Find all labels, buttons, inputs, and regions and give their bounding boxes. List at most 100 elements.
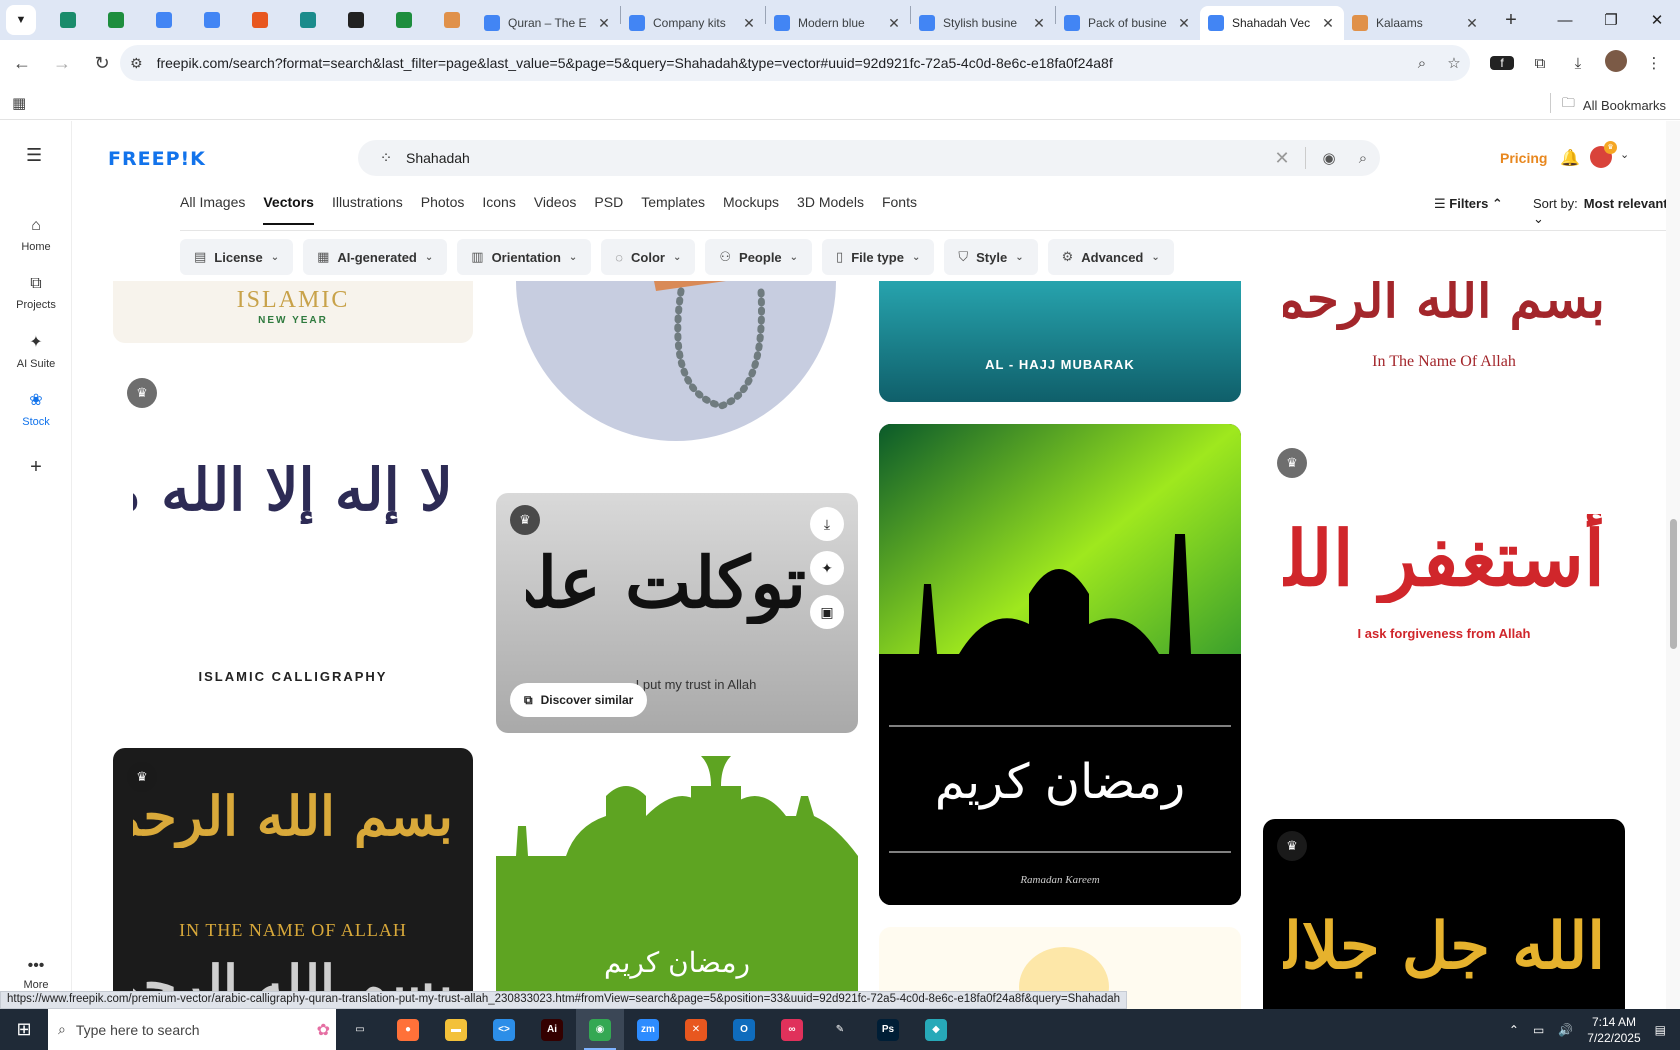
new-tab-button[interactable]: + (1496, 9, 1526, 32)
close-tab-icon[interactable]: ✕ (741, 15, 757, 32)
browser-tab-0[interactable]: Quran – The E ✕ (476, 6, 620, 40)
browser-tab-2[interactable]: Modern blue ✕ (766, 6, 910, 40)
pinned-tab-4[interactable] (236, 0, 284, 40)
more-menu-icon[interactable]: ⋮ (1642, 54, 1666, 72)
taskbar-creative-cloud[interactable]: ∞ (768, 1009, 816, 1050)
browser-tab-1[interactable]: Company kits ✕ (621, 6, 765, 40)
restore-button[interactable]: ❐ (1588, 0, 1634, 40)
taskbar-app-orange[interactable]: ✕ (672, 1009, 720, 1050)
taskbar-pen-tool[interactable]: ✎ (816, 1009, 864, 1050)
bookmark-star-icon[interactable]: ☆ (1438, 54, 1470, 72)
extensions-puzzle-icon[interactable]: ⧉ (1528, 55, 1552, 72)
tab-videos[interactable]: Videos (534, 191, 577, 225)
result-card-hajj-mubarak[interactable]: AL - HAJJ MUBARAK (879, 281, 1241, 402)
pinned-tab-5[interactable] (284, 0, 332, 40)
discover-similar-button[interactable]: ⧉ Discover similar (510, 683, 648, 717)
result-card-prayer-beads[interactable] (496, 281, 858, 471)
filter-file-type[interactable]: ▯ File type ⌄ (822, 239, 935, 275)
tab-all-images[interactable]: All Images (180, 191, 245, 225)
pinned-tab-6[interactable] (332, 0, 380, 40)
pinned-tab-3[interactable] (188, 0, 236, 40)
filter-color[interactable]: ◌ Color ⌄ (601, 239, 696, 275)
tab-search-button[interactable]: ▼ (6, 5, 36, 35)
browser-tab-3[interactable]: Stylish busine ✕ (911, 6, 1055, 40)
filter-license[interactable]: ▤ License ⌄ (180, 239, 294, 275)
browser-tab-6[interactable]: Kalaams ✕ (1344, 6, 1488, 40)
font-extension-icon[interactable]: f (1490, 56, 1514, 70)
freepik-logo[interactable]: FREEP!K (108, 148, 206, 170)
filter-advanced[interactable]: ⚙ Advanced ⌄ (1047, 239, 1174, 275)
taskbar-zoom[interactable]: zm (624, 1009, 672, 1050)
tab-fonts[interactable]: Fonts (882, 191, 917, 225)
filters-button[interactable]: ☰ Filters ⌃ (1434, 196, 1503, 212)
taskbar-file-explorer[interactable]: ▬ (432, 1009, 480, 1050)
tab-mockups[interactable]: Mockups (723, 191, 779, 225)
minimize-button[interactable]: — (1542, 0, 1588, 40)
result-card-basmala-red[interactable]: بسم الله الرحمن الرحيم In The Name Of Al… (1263, 281, 1625, 411)
close-tab-icon[interactable]: ✕ (1176, 15, 1192, 32)
tab-3d-models[interactable]: 3D Models (797, 191, 864, 225)
tab-psd[interactable]: PSD (594, 191, 623, 225)
browser-tab-4[interactable]: Pack of busine ✕ (1056, 6, 1200, 40)
taskbar-illustrator[interactable]: Ai (528, 1009, 576, 1050)
forward-button[interactable]: → (44, 45, 80, 81)
reload-button[interactable]: ↻ (84, 45, 120, 81)
page-scrollbar[interactable] (1666, 121, 1680, 1009)
bell-icon[interactable]: 🔔 (1560, 148, 1580, 168)
filter-orientation[interactable]: ▥ Orientation ⌄ (457, 239, 592, 275)
filter-ai-generated[interactable]: ▦ AI-generated ⌄ (303, 239, 448, 275)
all-bookmarks-button[interactable]: 🗀 All Bookmarks (1562, 94, 1666, 116)
tab-illustrations[interactable]: Illustrations (332, 191, 403, 225)
camera-search-icon[interactable]: ◉ (1312, 149, 1346, 167)
close-tab-icon[interactable]: ✕ (886, 15, 902, 32)
ai-edit-icon[interactable]: ✦ (810, 551, 844, 585)
pinned-tab-0[interactable] (44, 0, 92, 40)
filter-style[interactable]: ⛉ Style ⌄ (944, 239, 1038, 275)
taskbar-firefox[interactable]: ● (384, 1009, 432, 1050)
user-avatar[interactable]: ♛ (1590, 141, 1617, 168)
taskbar-app-teal[interactable]: ◆ (912, 1009, 960, 1050)
filter-people[interactable]: ⚇ People ⌄ (705, 239, 813, 275)
apps-grid-icon[interactable]: ▦ (12, 94, 26, 112)
hamburger-menu-icon[interactable]: ☰ (26, 145, 42, 166)
tab-photos[interactable]: Photos (421, 191, 465, 225)
search-input[interactable]: Shahadah (406, 150, 1265, 166)
download-icon[interactable]: ⤓ (810, 507, 844, 541)
pinned-tab-7[interactable] (380, 0, 428, 40)
taskbar-task-view[interactable]: ▭ (336, 1009, 384, 1050)
start-button[interactable]: ⊞ (0, 1009, 48, 1050)
search-icon[interactable]: ⌕ (1346, 150, 1380, 167)
rail-item-home[interactable]: ⌂ Home (0, 217, 72, 253)
tab-vectors[interactable]: Vectors (263, 191, 314, 225)
result-card-islamic-new-year[interactable]: ISLAMIC NEW YEAR (113, 281, 473, 343)
close-tab-icon[interactable]: ✕ (596, 15, 612, 32)
download-icon[interactable]: ⤓ (1566, 55, 1590, 72)
result-card-gold-jalla[interactable]: ♛ الله جل جلاله (1263, 819, 1625, 1009)
chevron-up-icon[interactable]: ⌃ (1509, 1023, 1519, 1037)
scrollbar-thumb[interactable] (1670, 519, 1677, 649)
taskbar-vscode[interactable]: <> (480, 1009, 528, 1050)
back-button[interactable]: ← (4, 45, 40, 81)
zoom-icon[interactable]: ⌕ (1406, 55, 1438, 72)
browser-tab-5[interactable]: Shahadah Vec ✕ (1200, 6, 1344, 40)
result-card-gold-basmala[interactable]: ♛ بسم الله الرحمن الرحيم IN THE NAME OF … (113, 748, 473, 1009)
close-tab-icon[interactable]: ✕ (1031, 15, 1047, 32)
search-type-icon[interactable]: ⁘ (366, 149, 406, 167)
tab-templates[interactable]: Templates (641, 191, 705, 225)
site-info-icon[interactable]: ⚙ (130, 55, 143, 72)
add-to-collection-icon[interactable]: ▣ (810, 595, 844, 629)
result-card-trust-in-allah[interactable]: ♛ ⤓ ✦ ▣ توكلت على الله I put my trust in… (496, 493, 858, 733)
clear-search-icon[interactable]: ✕ (1265, 148, 1299, 169)
taskbar-chrome[interactable]: ◉ (576, 1009, 624, 1050)
close-tab-icon[interactable]: ✕ (1464, 15, 1480, 32)
network-icon[interactable]: ▭ (1533, 1023, 1544, 1037)
result-card-istighfar[interactable]: ♛ أستغفر الله I ask forgiveness from All… (1263, 436, 1625, 796)
pinned-tab-1[interactable] (92, 0, 140, 40)
pricing-link[interactable]: Pricing (1500, 150, 1547, 166)
result-card-green-mosque[interactable]: رمضان كريم (496, 756, 858, 1009)
volume-icon[interactable]: 🔊 (1558, 1023, 1573, 1037)
chevron-down-icon[interactable]: ⌄ (1620, 148, 1629, 161)
address-bar[interactable]: ⚙ freepik.com/search?format=search&last_… (120, 45, 1470, 81)
close-window-button[interactable]: ✕ (1634, 0, 1680, 40)
pinned-tab-2[interactable] (140, 0, 188, 40)
